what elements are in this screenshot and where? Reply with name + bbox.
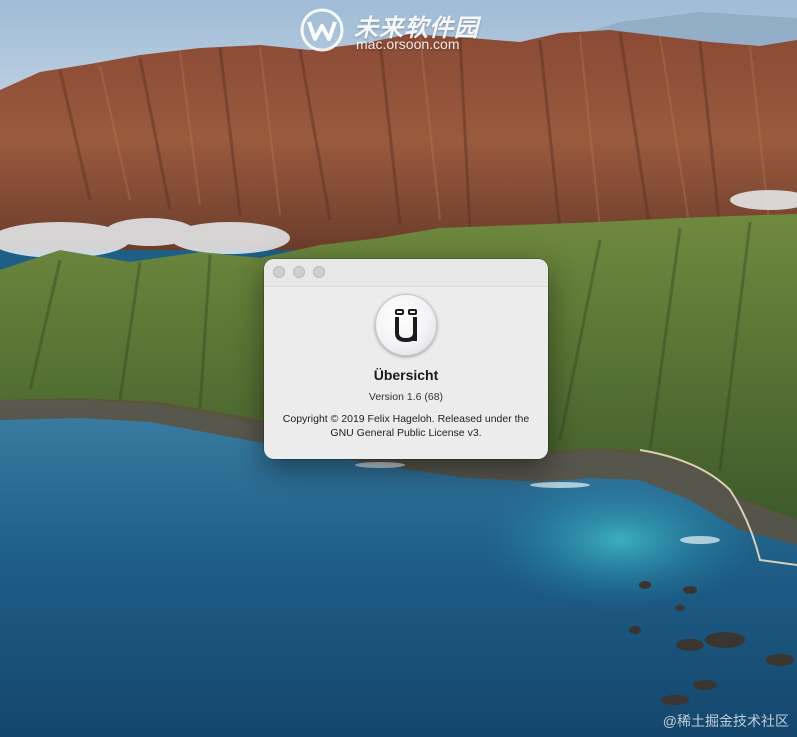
close-button[interactable] — [273, 266, 285, 278]
orsoon-w-logo-icon — [300, 8, 344, 52]
zoom-button[interactable] — [313, 266, 325, 278]
window-titlebar[interactable] — [264, 259, 548, 287]
about-window: Übersicht Version 1.6 (68) Copyright © 2… — [264, 259, 548, 459]
orsoon-url-text: mac.orsoon.com — [356, 36, 460, 52]
ubersicht-icon — [375, 294, 437, 356]
app-version: Version 1.6 (68) — [368, 391, 444, 403]
app-copyright: Copyright © 2019 Felix Hageloh. Released… — [282, 413, 530, 439]
app-name: Übersicht — [373, 367, 439, 383]
ubersicht-glyph-icon — [395, 309, 417, 343]
orsoon-watermark: 未来软件园 mac.orsoon.com — [298, 4, 508, 54]
minimize-button[interactable] — [293, 266, 305, 278]
juejin-watermark: @稀土掘金技术社区 — [662, 713, 789, 729]
